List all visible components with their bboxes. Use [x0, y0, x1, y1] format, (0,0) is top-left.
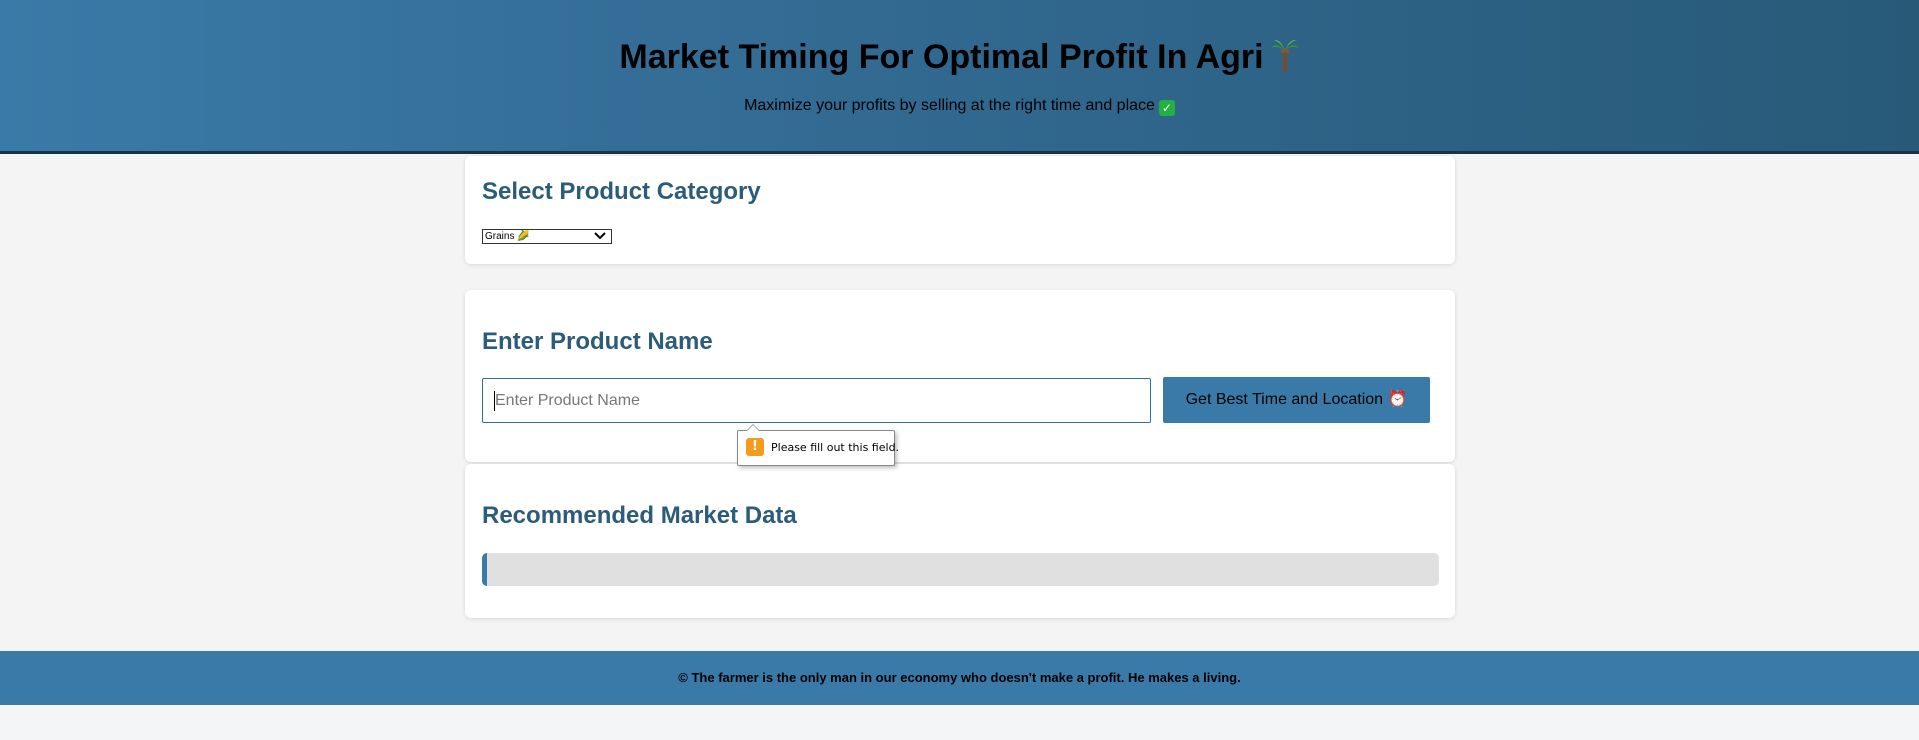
product-name-placeholder: Enter Product Name	[495, 392, 640, 409]
page-header: Market Timing For Optimal Profit In Agri…	[0, 0, 1919, 154]
validation-tooltip: ! Please fill out this field.	[737, 424, 899, 466]
chevron-down-icon	[594, 231, 606, 245]
results-card: Recommended Market Data	[465, 464, 1455, 618]
results-heading: Recommended Market Data	[482, 502, 797, 529]
product-heading: Enter Product Name	[482, 328, 713, 355]
footer-quote: © The farmer is the only man in our econ…	[678, 670, 1241, 685]
results-placeholder-bar	[482, 553, 1439, 586]
page-title: Market Timing For Optimal Profit In Agri	[0, 38, 1919, 81]
palm-tree-icon	[1270, 38, 1300, 81]
text-cursor	[494, 391, 495, 411]
category-select[interactable]: Grains 🌽	[482, 229, 612, 244]
page-footer: © The farmer is the only man in our econ…	[0, 651, 1919, 705]
category-card: Select Product Category Grains 🌽	[465, 156, 1455, 264]
validation-message: Please fill out this field.	[771, 441, 900, 454]
page-subtitle-text: Maximize your profits by selling at the …	[744, 97, 1155, 114]
product-name-input[interactable]: Enter Product Name	[482, 378, 1151, 423]
page-title-text: Market Timing For Optimal Profit In Agri	[619, 38, 1264, 76]
page-subtitle: Maximize your profits by selling at the …	[0, 97, 1919, 116]
category-select-value: Grains 🌽	[485, 231, 530, 242]
product-card: Enter Product Name Enter Product Name Ge…	[465, 290, 1455, 462]
check-mark-icon: ✓	[1158, 100, 1175, 116]
page-bottom	[0, 705, 1919, 740]
get-best-time-button[interactable]: Get Best Time and Location ⏰	[1163, 377, 1430, 423]
category-heading: Select Product Category	[482, 178, 761, 205]
warning-icon: !	[746, 438, 764, 456]
